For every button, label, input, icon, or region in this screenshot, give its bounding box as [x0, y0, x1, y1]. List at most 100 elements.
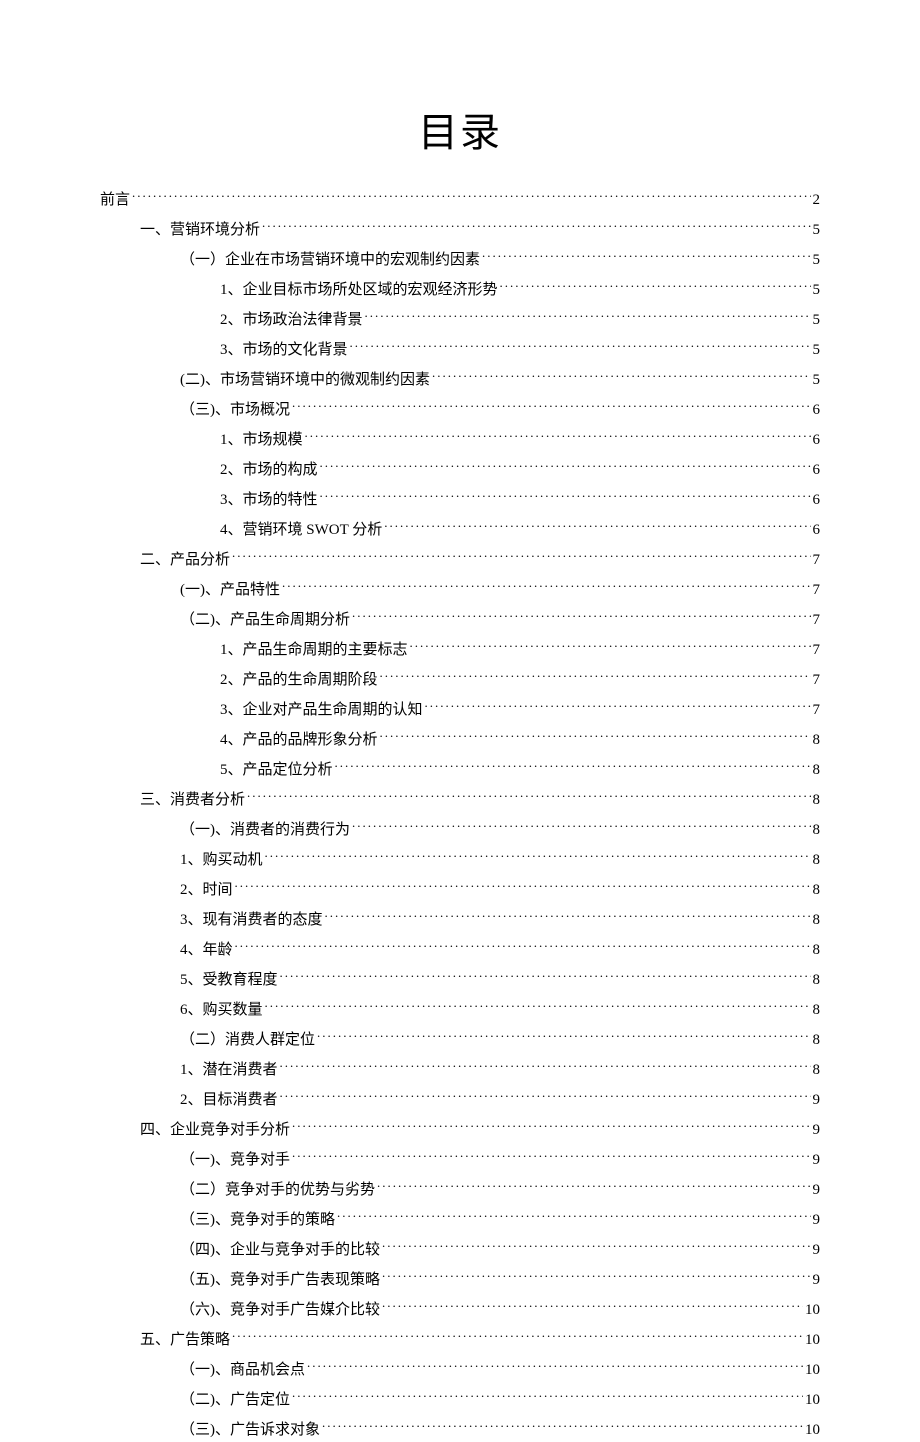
toc-dots — [265, 849, 811, 864]
toc-dots — [380, 669, 811, 684]
toc-entry: 前言2 — [100, 188, 820, 212]
toc-entry: (二)、市场营销环境中的微观制约因素5 — [180, 368, 820, 392]
toc-dots — [307, 1359, 803, 1374]
toc-entry: 4、年龄 8 — [180, 938, 820, 962]
toc-dots — [282, 579, 811, 594]
toc-entry: 5、产品定位分析8 — [220, 758, 820, 782]
toc-dots — [352, 819, 811, 834]
toc-entry-page: 9 — [813, 1208, 821, 1232]
toc-dots — [322, 1419, 803, 1434]
toc-entry-label: 2、产品的生命周期阶段 — [220, 668, 378, 692]
toc-entry-page: 7 — [813, 578, 821, 602]
toc-entry-page: 6 — [813, 398, 821, 422]
toc-entry: 四、企业竞争对手分析9 — [140, 1118, 820, 1142]
toc-dots — [232, 549, 810, 564]
toc-entry-label: 1、购买动机 — [180, 848, 263, 872]
toc-dots — [380, 729, 811, 744]
toc-dots — [235, 879, 811, 894]
toc-dots — [382, 1269, 811, 1284]
toc-dots — [280, 969, 811, 984]
toc-entry-page: 10 — [805, 1328, 820, 1352]
toc-entry-page: 5 — [813, 248, 821, 272]
toc-entry-page: 9 — [813, 1268, 821, 1292]
toc-entry: （一)、商品机会点10 — [180, 1358, 820, 1382]
toc-dots — [500, 279, 811, 294]
toc-entry: 4、营销环境 SWOT 分析6 — [220, 518, 820, 542]
toc-entry-page: 5 — [813, 368, 821, 392]
toc-entry-label: 3、企业对产品生命周期的认知 — [220, 698, 423, 722]
table-of-contents: 前言2一、营销环境分析5（一）企业在市场营销环境中的宏观制约因素51、企业目标市… — [100, 188, 820, 1442]
toc-dots — [305, 429, 811, 444]
toc-dots — [384, 519, 810, 534]
toc-dots — [377, 1179, 810, 1194]
toc-entry-label: （一）企业在市场营销环境中的宏观制约因素 — [180, 248, 480, 272]
toc-entry-label: 4、产品的品牌形象分析 — [220, 728, 378, 752]
toc-entry: （一）企业在市场营销环境中的宏观制约因素 5 — [180, 248, 820, 272]
toc-entry: 2、产品的生命周期阶段7 — [220, 668, 820, 692]
toc-dots — [292, 1119, 810, 1134]
toc-entry: 1、购买动机 8 — [180, 848, 820, 872]
toc-entry-page: 8 — [813, 818, 821, 842]
toc-entry-label: （二)、广告定位 — [180, 1388, 290, 1412]
toc-entry-label: 6、购买数量 — [180, 998, 263, 1022]
toc-entry-page: 5 — [813, 278, 821, 302]
toc-entry-page: 7 — [813, 698, 821, 722]
toc-entry-label: 2、目标消费者 — [180, 1088, 278, 1112]
toc-entry-label: （三)、广告诉求对象 — [180, 1418, 320, 1442]
toc-dots — [292, 399, 811, 414]
toc-dots — [320, 459, 811, 474]
toc-entry-label: (一)、产品特性 — [180, 578, 280, 602]
toc-entry: （二)、广告定位10 — [180, 1388, 820, 1412]
toc-entry-page: 7 — [813, 638, 821, 662]
toc-entry-page: 8 — [813, 938, 821, 962]
toc-entry-label: 1、潜在消费者 — [180, 1058, 278, 1082]
toc-entry-page: 5 — [813, 308, 821, 332]
toc-dots — [262, 219, 810, 234]
toc-entry-page: 7 — [813, 548, 821, 572]
toc-entry-page: 9 — [813, 1178, 821, 1202]
toc-entry-label: 4、营销环境 SWOT 分析 — [220, 518, 382, 542]
toc-entry-label: （二）竞争对手的优势与劣势 — [180, 1178, 375, 1202]
toc-entry: （二）消费人群定位8 — [180, 1028, 820, 1052]
toc-entry-page: 9 — [813, 1118, 821, 1142]
toc-dots — [350, 339, 811, 354]
toc-entry-page: 7 — [813, 608, 821, 632]
toc-dots — [235, 939, 811, 954]
toc-entry: 5、受教育程度8 — [180, 968, 820, 992]
toc-entry-page: 6 — [813, 488, 821, 512]
toc-entry-label: （五)、竞争对手广告表现策略 — [180, 1268, 380, 1292]
toc-entry-page: 8 — [813, 758, 821, 782]
toc-entry: 1、潜在消费者 8 — [180, 1058, 820, 1082]
toc-entry-label: （一)、消费者的消费行为 — [180, 818, 350, 842]
toc-entry-label: 4、年龄 — [180, 938, 233, 962]
toc-entry-page: 8 — [813, 998, 821, 1022]
toc-dots — [132, 189, 810, 204]
toc-dots — [265, 999, 811, 1014]
toc-entry-label: （四)、企业与竞争对手的比较 — [180, 1238, 380, 1262]
toc-entry: （一)、消费者的消费行为 8 — [180, 818, 820, 842]
toc-entry-page: 8 — [813, 848, 821, 872]
toc-dots — [292, 1149, 811, 1164]
toc-dots — [335, 759, 811, 774]
toc-entry: 4、产品的品牌形象分析8 — [220, 728, 820, 752]
toc-entry: 3、市场的特性6 — [220, 488, 820, 512]
toc-dots — [337, 1209, 811, 1224]
toc-entry-page: 5 — [813, 218, 821, 242]
toc-entry-page: 8 — [813, 878, 821, 902]
toc-dots — [280, 1089, 811, 1104]
toc-dots — [280, 1059, 811, 1074]
toc-dots — [320, 489, 811, 504]
toc-dots — [325, 909, 811, 924]
toc-entry-page: 8 — [813, 788, 821, 812]
toc-dots — [365, 309, 811, 324]
toc-entry-label: 二、产品分析 — [140, 548, 230, 572]
toc-entry: 2、市场的构成6 — [220, 458, 820, 482]
toc-entry-label: （三)、竞争对手的策略 — [180, 1208, 335, 1232]
toc-entry-page: 9 — [813, 1148, 821, 1172]
toc-entry-label: 2、时间 — [180, 878, 233, 902]
toc-dots — [425, 699, 811, 714]
toc-entry-label: 前言 — [100, 188, 130, 212]
toc-entry-label: 1、产品生命周期的主要标志 — [220, 638, 408, 662]
toc-entry-page: 8 — [813, 1058, 821, 1082]
toc-entry-page: 5 — [813, 338, 821, 362]
